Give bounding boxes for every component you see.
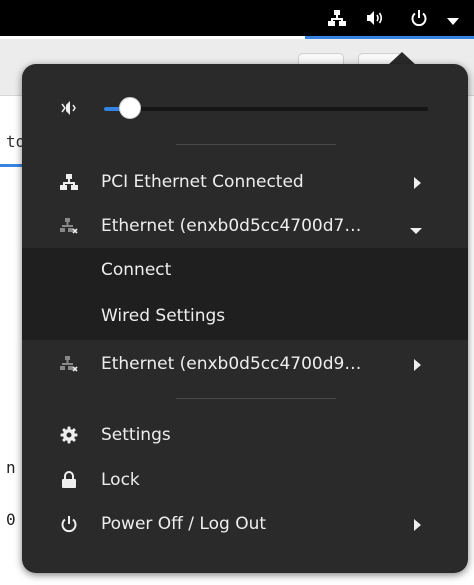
- chevron-right-icon: [411, 357, 423, 371]
- top-bar: [0, 0, 474, 36]
- system-menu: PCI Ethernet Connected Ethernet (enxb0d5…: [22, 64, 468, 573]
- network-wired-icon[interactable]: [328, 9, 346, 27]
- power-icon: [60, 515, 78, 533]
- network-item-ethernet-d9[interactable]: Ethernet (enxb0d5cc4700d9…: [22, 342, 468, 386]
- network-item-pci-ethernet[interactable]: PCI Ethernet Connected: [22, 160, 468, 204]
- power-off-menu-item[interactable]: Power Off / Log Out: [22, 502, 468, 546]
- network-wired-disconnected-icon: [60, 217, 78, 235]
- chevron-down-icon: [409, 221, 423, 234]
- audio-volume-muted-icon[interactable]: [60, 98, 80, 118]
- network-wired-disconnected-icon: [60, 355, 78, 373]
- separator: [176, 398, 336, 399]
- network-item-label: PCI Ethernet Connected: [101, 172, 304, 192]
- power-off-label: Power Off / Log Out: [101, 514, 267, 534]
- power-icon[interactable]: [410, 9, 428, 27]
- settings-label: Settings: [101, 425, 171, 445]
- connect-menu-item[interactable]: Connect: [101, 248, 171, 292]
- volume-slider-track[interactable]: [104, 107, 428, 111]
- chevron-right-icon: [411, 175, 423, 189]
- chevron-down-icon[interactable]: [446, 12, 464, 30]
- settings-menu-item[interactable]: Settings: [22, 413, 468, 457]
- audio-volume-icon[interactable]: [366, 9, 384, 27]
- gear-icon: [60, 426, 78, 444]
- background-text: n: [6, 458, 16, 477]
- lock-icon: [60, 471, 78, 489]
- network-item-label: Ethernet (enxb0d5cc4700d9…: [101, 354, 362, 374]
- network-item-ethernet-d7[interactable]: Ethernet (enxb0d5cc4700d7…: [22, 204, 468, 248]
- lock-label: Lock: [101, 470, 140, 490]
- chevron-right-icon: [411, 517, 423, 531]
- system-tray[interactable]: [306, 0, 474, 36]
- network-item-label: Ethernet (enxb0d5cc4700d7…: [101, 216, 362, 236]
- network-submenu: Connect Wired Settings: [22, 248, 468, 340]
- separator: [176, 144, 336, 145]
- network-wired-icon: [60, 173, 78, 191]
- volume-slider-handle[interactable]: [118, 97, 141, 119]
- background-text: 0: [6, 510, 16, 529]
- lock-menu-item[interactable]: Lock: [22, 458, 468, 502]
- wired-settings-menu-item[interactable]: Wired Settings: [101, 294, 225, 338]
